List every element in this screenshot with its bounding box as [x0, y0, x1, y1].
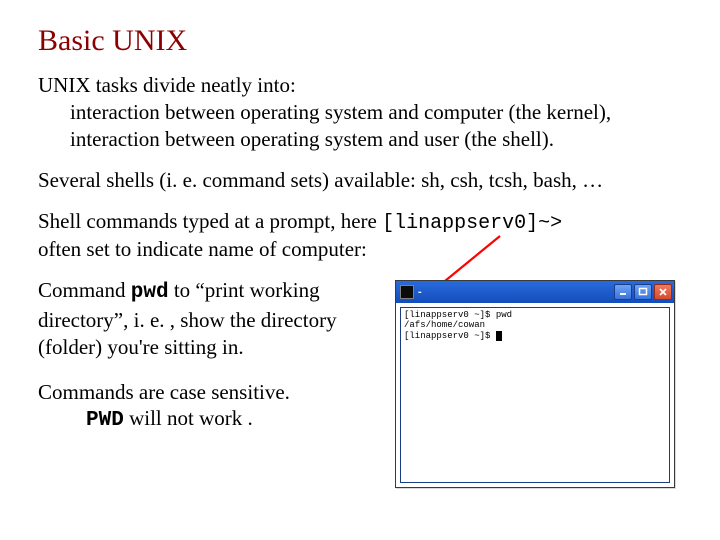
- terminal-line-2: /afs/home/cowan: [404, 320, 485, 330]
- close-icon: [658, 287, 668, 297]
- close-button[interactable]: [654, 284, 672, 300]
- minimize-icon: [618, 287, 628, 297]
- terminal-body[interactable]: [linappserv0 ~]$ pwd /afs/home/cowan [li…: [400, 307, 670, 483]
- case-block: Commands are case sensitive. PWD will no…: [38, 379, 378, 436]
- terminal-title-left: -: [400, 285, 422, 299]
- maximize-button[interactable]: [634, 284, 652, 300]
- terminal-line-3: [linappserv0 ~]$: [404, 331, 496, 341]
- pwd-command: pwd: [131, 281, 169, 304]
- pwd-post1: to “print working: [169, 278, 320, 302]
- minimize-button[interactable]: [614, 284, 632, 300]
- shells-line: Several shells (i. e. command sets) avai…: [38, 167, 682, 194]
- prompt-code: [linappserv0]~>: [382, 212, 562, 235]
- pwd-line2: directory”, i. e. , show the directory: [38, 308, 337, 332]
- maximize-icon: [638, 287, 648, 297]
- window-buttons: [614, 284, 672, 300]
- case-line1: Commands are case sensitive.: [38, 380, 290, 404]
- slide-heading: Basic UNIX: [38, 24, 682, 58]
- slide-basic-unix: Basic UNIX UNIX tasks divide neatly into…: [0, 0, 720, 540]
- prompt-block: Shell commands typed at a prompt, here […: [38, 208, 682, 263]
- terminal-titlebar: -: [396, 281, 674, 303]
- case-post: will not work .: [124, 406, 253, 430]
- terminal-cursor-icon: [496, 331, 502, 341]
- case-command: PWD: [86, 409, 124, 432]
- terminal-app-icon: [400, 285, 414, 299]
- intro-line: UNIX tasks divide neatly into:: [38, 73, 296, 97]
- intro-block: UNIX tasks divide neatly into: interacti…: [38, 72, 682, 153]
- pwd-block: Command pwd to “print working directory”…: [38, 277, 378, 361]
- prompt-pre: Shell commands typed at a prompt, here: [38, 209, 382, 233]
- terminal-title-text: -: [418, 286, 422, 298]
- pwd-pre: Command: [38, 278, 131, 302]
- pwd-line3: (folder) you're sitting in.: [38, 335, 244, 359]
- terminal-line-1: [linappserv0 ~]$ pwd: [404, 310, 512, 320]
- prompt-post: often set to indicate name of computer:: [38, 237, 367, 261]
- intro-item-2: interaction between operating system and…: [38, 126, 554, 153]
- terminal-window: - [linappserv0 ~]$ pwd /afs/home/cowan […: [395, 280, 675, 488]
- intro-item-1: interaction between operating system and…: [38, 99, 611, 126]
